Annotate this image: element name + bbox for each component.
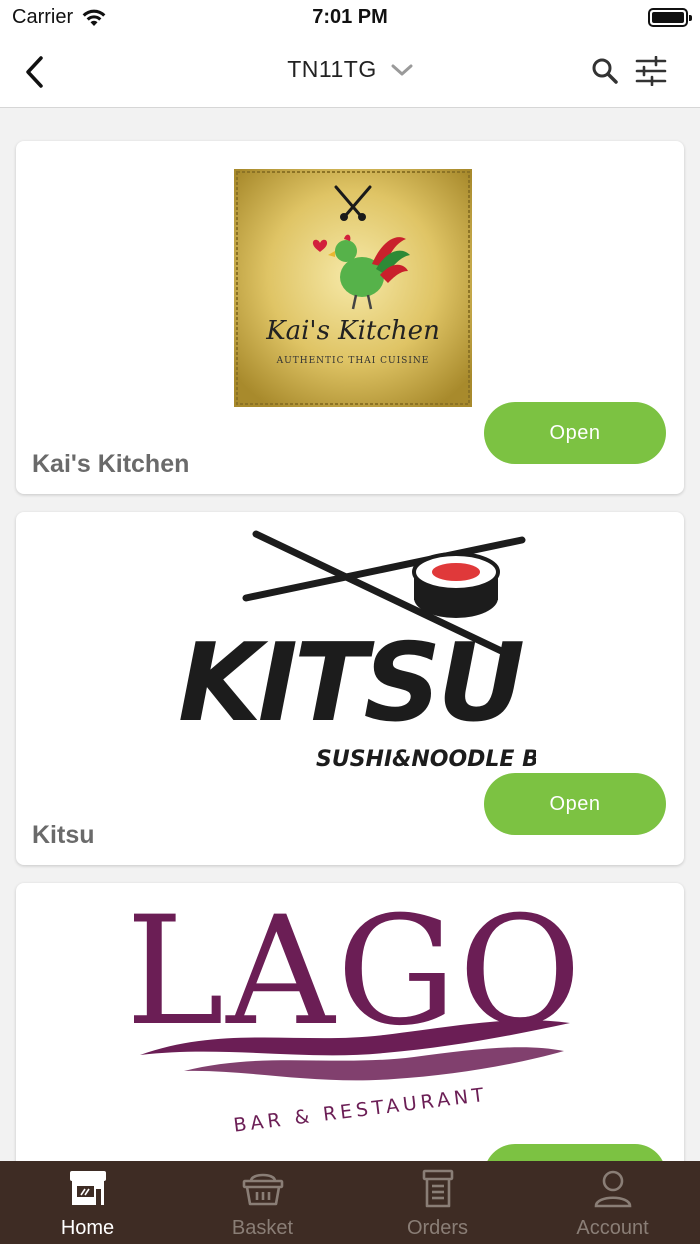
tab-label: Orders <box>406 1217 469 1239</box>
chevron-down-icon <box>391 64 413 75</box>
receipt-icon <box>422 1169 453 1208</box>
back-button[interactable] <box>14 52 54 92</box>
basket-icon <box>242 1173 283 1206</box>
svg-text:SUSHI&NOODLE BAR: SUSHI&NOODLE BAR <box>316 747 536 772</box>
svg-text:AUTHENTIC THAI CUISINE: AUTHENTIC THAI CUISINE <box>276 356 430 366</box>
nav-header: TN11TG <box>0 36 700 108</box>
location-label: TN11TG <box>287 56 377 82</box>
restaurant-name: Kai's Kitchen <box>32 450 190 478</box>
restaurant-card[interactable]: KITSU SUSHI&NOODLE BAR Kitsu Open <box>16 512 684 865</box>
tab-label: Account <box>576 1217 649 1239</box>
tab-account[interactable]: Account <box>525 1161 700 1244</box>
open-button[interactable]: Open <box>484 773 666 835</box>
svg-text:KITSU: KITSU <box>178 621 523 746</box>
svg-text:Kai's Kitchen: Kai's Kitchen <box>265 316 440 346</box>
tab-orders[interactable]: Orders <box>350 1161 525 1244</box>
restaurant-logo: LAGO BAR & RESTAURANT <box>134 895 574 1135</box>
restaurant-card[interactable]: Kai's Kitchen AUTHENTIC THAI CUISINE Kai… <box>16 141 684 494</box>
search-button[interactable] <box>586 52 624 90</box>
svg-text:BAR & RESTAURANT: BAR & RESTAURANT <box>232 1084 488 1135</box>
tab-home[interactable]: Home <box>0 1161 175 1244</box>
search-icon <box>592 58 618 84</box>
bottom-tab-bar: Home Basket Orders Account <box>0 1161 700 1244</box>
filter-button[interactable] <box>630 50 672 92</box>
person-icon <box>594 1170 631 1208</box>
restaurant-logo: Kai's Kitchen AUTHENTIC THAI CUISINE <box>234 169 472 407</box>
location-selector[interactable]: TN11TG <box>287 56 413 83</box>
tab-basket[interactable]: Basket <box>175 1161 350 1244</box>
status-bar: Carrier 7:01 PM <box>0 0 700 36</box>
storefront-icon <box>69 1171 106 1205</box>
restaurant-logo: KITSU SUSHI&NOODLE BAR <box>178 530 536 772</box>
filter-sliders-icon <box>635 56 667 86</box>
battery-icon <box>648 8 692 27</box>
restaurant-name: Kitsu <box>32 821 95 849</box>
open-button[interactable]: Open <box>484 402 666 464</box>
tab-label: Home <box>60 1217 115 1239</box>
tab-label: Basket <box>231 1217 294 1239</box>
back-chevron-icon <box>26 56 43 88</box>
status-time: 7:01 PM <box>312 6 388 28</box>
